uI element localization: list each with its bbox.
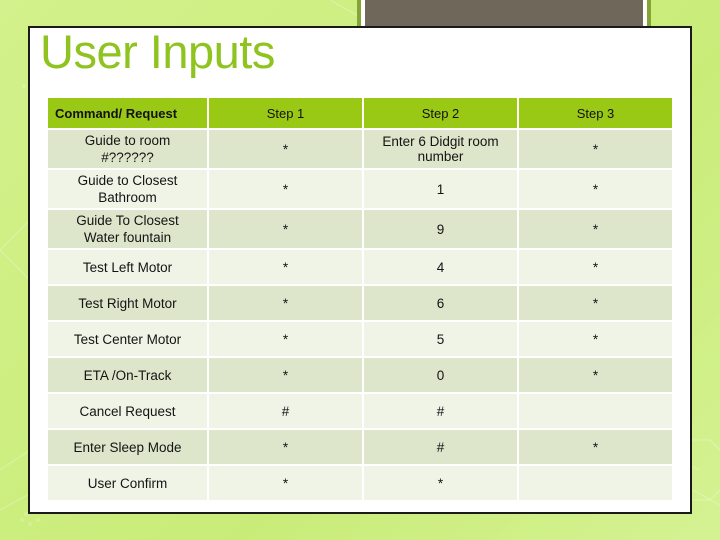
table-row: Guide to room #?????? * Enter 6 Didgit r… xyxy=(48,130,672,168)
column-header-step2: Step 2 xyxy=(364,98,517,128)
cell-command: ETA /On-Track xyxy=(48,358,207,392)
cell-step3: * xyxy=(519,322,672,356)
cell-step3: * xyxy=(519,210,672,248)
table-row: Test Center Motor * 5 * xyxy=(48,322,672,356)
cell-step1: * xyxy=(209,130,362,168)
table-row: Test Left Motor * 4 * xyxy=(48,250,672,284)
page-title: User Inputs xyxy=(40,25,275,78)
cell-command: Test Right Motor xyxy=(48,286,207,320)
table-row: Guide To Closest Water fountain * 9 * xyxy=(48,210,672,248)
cell-step2: 1 xyxy=(364,170,517,208)
cell-step2: * xyxy=(364,466,517,500)
command-line-1: Guide to Closest xyxy=(77,173,178,188)
cell-step1: * xyxy=(209,250,362,284)
cell-step2: Enter 6 Didgit room number xyxy=(364,130,517,168)
table-row: Enter Sleep Mode * # * xyxy=(48,430,672,464)
cell-step3: * xyxy=(519,430,672,464)
cell-command: Guide to Closest Bathroom xyxy=(48,170,207,208)
command-line-1: Guide to room xyxy=(84,133,171,148)
cell-step2: # xyxy=(364,394,517,428)
cell-step2: # xyxy=(364,430,517,464)
cell-step1: * xyxy=(209,430,362,464)
cell-step3: * xyxy=(519,170,672,208)
user-inputs-table: Command/ Request Step 1 Step 2 Step 3 Gu… xyxy=(46,96,674,502)
cell-step1: # xyxy=(209,394,362,428)
column-header-step3: Step 3 xyxy=(519,98,672,128)
cell-command: Guide To Closest Water fountain xyxy=(48,210,207,248)
cell-step1: * xyxy=(209,466,362,500)
cell-step2: 9 xyxy=(364,210,517,248)
cell-step3: * xyxy=(519,286,672,320)
command-line-2: Bathroom xyxy=(98,190,157,205)
table-row: Test Right Motor * 6 * xyxy=(48,286,672,320)
column-header-step1: Step 1 xyxy=(209,98,362,128)
step2-line-2: number xyxy=(417,149,464,164)
cell-command: Cancel Request xyxy=(48,394,207,428)
cell-step1: * xyxy=(209,358,362,392)
table-row: ETA /On-Track * 0 * xyxy=(48,358,672,392)
cell-step1: * xyxy=(209,286,362,320)
cell-command: Guide to room #?????? xyxy=(48,130,207,168)
cell-step1: * xyxy=(209,322,362,356)
cell-command: Test Left Motor xyxy=(48,250,207,284)
cell-step2: 6 xyxy=(364,286,517,320)
cell-command: Enter Sleep Mode xyxy=(48,430,207,464)
cell-command: User Confirm xyxy=(48,466,207,500)
cell-step1: * xyxy=(209,170,362,208)
cell-step3 xyxy=(519,394,672,428)
cell-command: Test Center Motor xyxy=(48,322,207,356)
table-row: Guide to Closest Bathroom * 1 * xyxy=(48,170,672,208)
cell-step3 xyxy=(519,466,672,500)
cell-step2: 4 xyxy=(364,250,517,284)
step2-line-1: Enter 6 Didgit room xyxy=(382,134,499,149)
column-header-command: Command/ Request xyxy=(48,98,207,128)
table-row: User Confirm * * xyxy=(48,466,672,500)
table-header-row: Command/ Request Step 1 Step 2 Step 3 xyxy=(48,98,672,128)
command-table: Command/ Request Step 1 Step 2 Step 3 Gu… xyxy=(46,96,674,502)
command-line-1: Guide To Closest xyxy=(76,213,179,228)
cell-step3: * xyxy=(519,130,672,168)
command-line-2: #?????? xyxy=(101,150,154,165)
cell-step3: * xyxy=(519,358,672,392)
cell-step1: * xyxy=(209,210,362,248)
table-row: Cancel Request # # xyxy=(48,394,672,428)
slide-canvas: User Inputs Command/ Request Step 1 Step… xyxy=(0,0,720,540)
cell-step3: * xyxy=(519,250,672,284)
command-line-2: Water fountain xyxy=(83,230,172,245)
cell-step2: 0 xyxy=(364,358,517,392)
cell-step2: 5 xyxy=(364,322,517,356)
